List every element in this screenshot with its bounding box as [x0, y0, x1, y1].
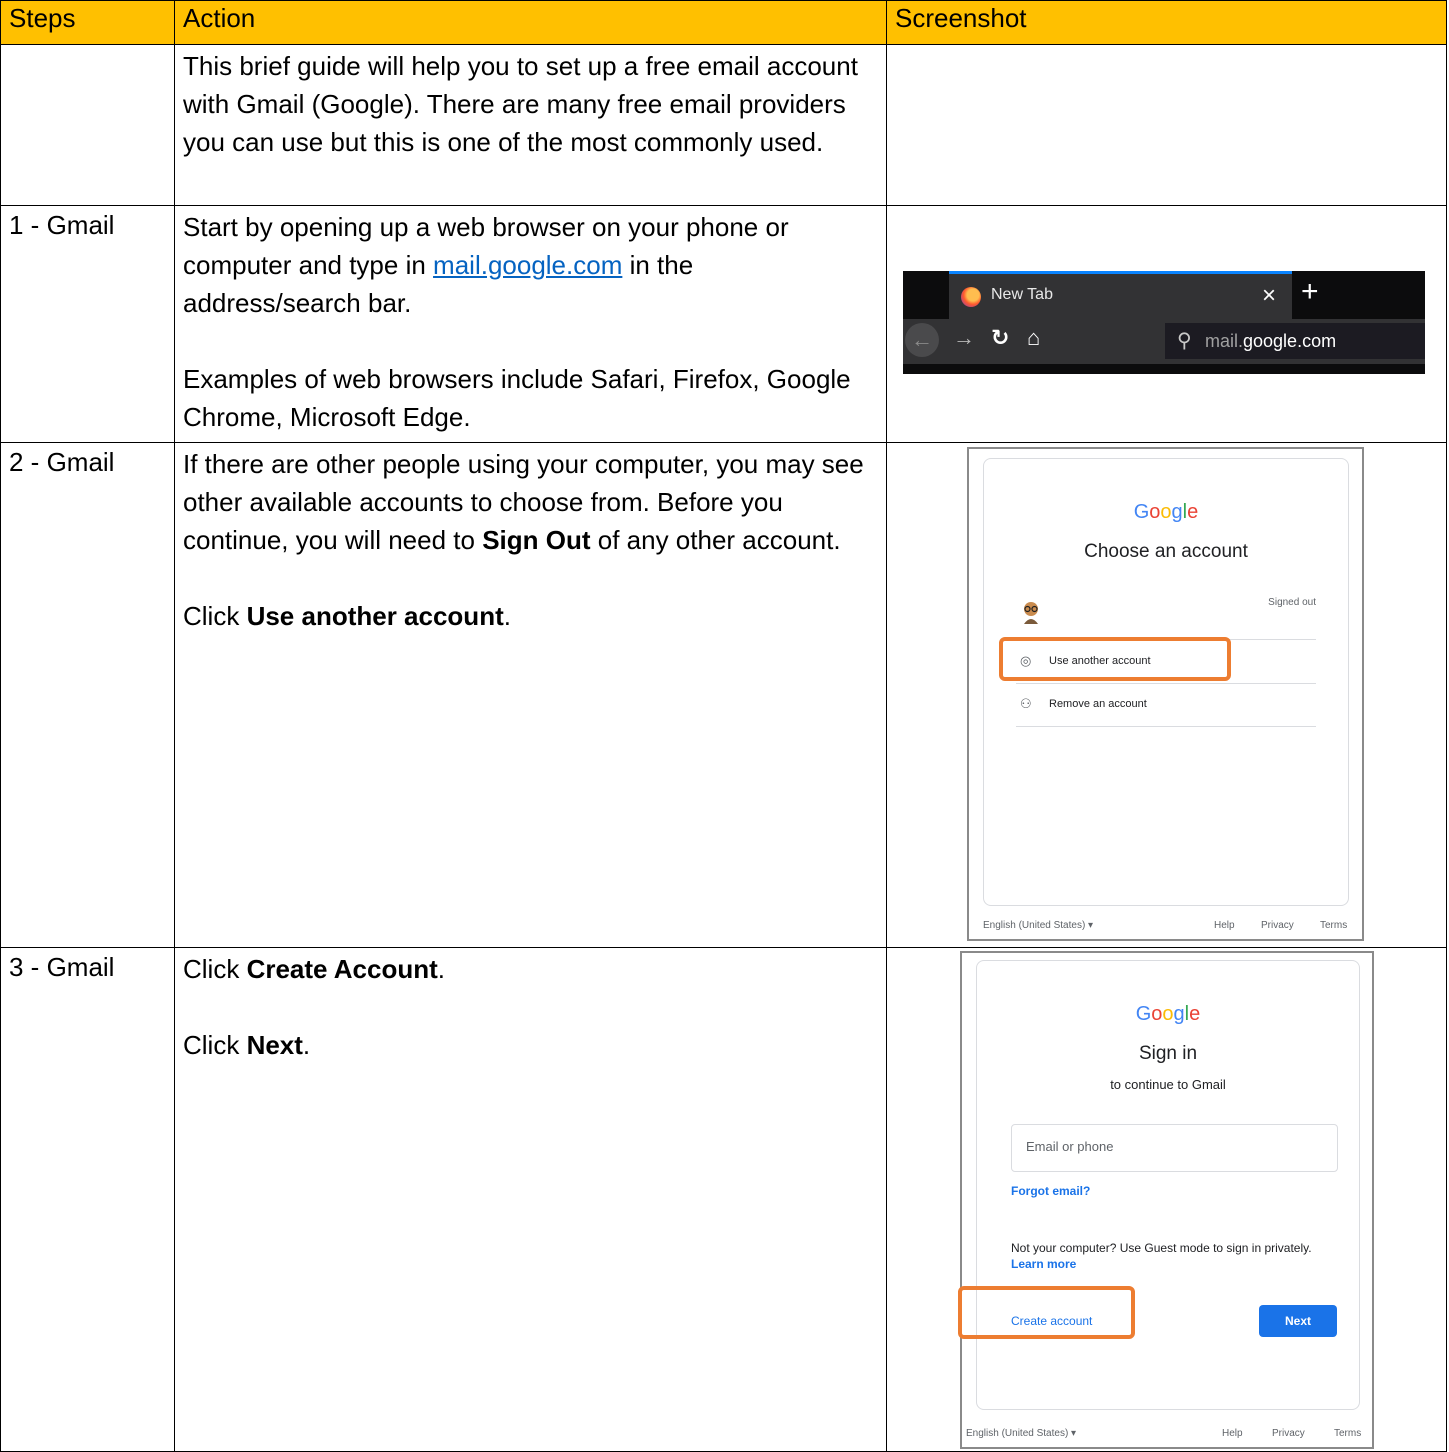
remove-account[interactable]: Remove an account [1049, 698, 1147, 710]
tab-title: New Tab [991, 286, 1053, 303]
screenshot-cell [886, 44, 1447, 206]
help-link[interactable]: Help [1214, 920, 1235, 931]
action-text-part: Click [183, 601, 247, 631]
action-text-part: Click [183, 954, 247, 984]
email-field[interactable]: Email or phone [1011, 1124, 1338, 1172]
back-arrow-icon: ← [905, 323, 939, 357]
url-text: mail.google.com [1205, 331, 1336, 352]
privacy-link[interactable]: Privacy [1272, 1428, 1305, 1439]
browser-navbar: ← → ↻ ⌂ ⚲ mail.google.com [903, 319, 1425, 364]
guest-mode-text: Not your computer? Use Guest mode to sig… [1011, 1241, 1312, 1255]
step-cell [0, 44, 175, 206]
intro-text: This brief guide will help you to set up… [183, 51, 858, 157]
learn-more-link[interactable]: Learn more [1011, 1257, 1076, 1271]
action-text: If there are other people using your com… [183, 445, 878, 559]
url-dim: mail. [1205, 331, 1244, 351]
action-text: Start by opening up a web browser on you… [183, 208, 878, 322]
action-text-part: Click [183, 1030, 247, 1060]
use-another-highlight [999, 637, 1231, 681]
action-text: Click Next. [183, 1026, 878, 1064]
plus-icon: + [1301, 275, 1319, 308]
header-screenshot: Screenshot [886, 0, 1447, 45]
mail-google-link[interactable]: mail.google.com [433, 250, 622, 280]
action-text-bold: Create Account [246, 954, 438, 984]
action-text-bold: Sign Out [482, 525, 591, 555]
signin-screenshot: Google Sign in to continue to Gmail Emai… [958, 951, 1374, 1449]
action-text: Click Create Account. [183, 950, 878, 988]
action-text: Examples of web browsers include Safari,… [183, 364, 851, 432]
account-divider [1016, 683, 1316, 684]
forgot-email-link[interactable]: Forgot email? [1011, 1184, 1090, 1198]
screenshot-cell: Google Sign in to continue to Gmail Emai… [886, 947, 1447, 1452]
table-row: 2 - Gmail If there are other people usin… [0, 442, 1447, 948]
signin-card: Google Sign in to continue to Gmail Emai… [976, 960, 1360, 1410]
step-cell: 1 - Gmail [0, 205, 175, 443]
action-text-part: of any other account. [590, 525, 841, 555]
guide-table: Steps Action Screenshot This brief guide… [0, 0, 1447, 1452]
account-divider [1016, 726, 1316, 727]
browser-tab: New Tab × [949, 271, 1292, 319]
search-icon: ⚲ [1177, 330, 1192, 352]
screenshot-cell: Google Choose an account Signed out ◎ Us… [886, 442, 1447, 948]
step-cell: 2 - Gmail [0, 442, 175, 948]
signin-subtitle: to continue to Gmail [1110, 1077, 1226, 1092]
email-placeholder: Email or phone [1026, 1139, 1114, 1154]
forward-arrow-icon: → [953, 325, 975, 350]
signed-out-label: Signed out [1268, 597, 1316, 608]
avatar [1024, 602, 1038, 624]
action-cell: This brief guide will help you to set up… [174, 44, 887, 206]
table-row: This brief guide will help you to set up… [0, 44, 1447, 206]
table-row: 3 - Gmail Click Create Account. Click Ne… [0, 947, 1447, 1452]
choose-account-screenshot: Google Choose an account Signed out ◎ Us… [967, 447, 1364, 941]
terms-link[interactable]: Terms [1334, 1428, 1361, 1439]
google-logo: Google [1135, 1003, 1201, 1025]
action-text-bold: Use another account [246, 601, 504, 631]
header-row: Steps Action Screenshot [0, 0, 1447, 45]
next-button[interactable]: Next [1259, 1305, 1337, 1337]
privacy-link[interactable]: Privacy [1261, 920, 1294, 931]
signin-title: Sign in [1138, 1043, 1198, 1064]
firefox-icon [961, 287, 981, 307]
action-text-part: . [302, 1030, 311, 1060]
action-text-part: . [437, 954, 445, 984]
choose-title: Choose an account [1084, 541, 1248, 562]
header-action: Action [174, 0, 887, 45]
action-text: Click Use another account. [183, 597, 878, 635]
table-row: 1 - Gmail Start by opening up a web brow… [0, 205, 1447, 443]
help-link[interactable]: Help [1222, 1428, 1243, 1439]
google-logo: Google [1133, 501, 1199, 523]
action-cell: Click Create Account. Click Next. [174, 947, 887, 1452]
action-cell: If there are other people using your com… [174, 442, 887, 948]
header-steps: Steps [0, 0, 175, 45]
reload-icon: ↻ [991, 325, 1010, 350]
language-select[interactable]: English (United States) ▾ [983, 920, 1093, 931]
home-icon: ⌂ [1027, 325, 1041, 350]
action-text-bold: Next [246, 1030, 303, 1060]
action-text-part: . [503, 601, 511, 631]
screenshot-cell: New Tab × + ← → ↻ ⌂ ⚲ mail.google.com [886, 205, 1447, 443]
close-icon: × [1261, 282, 1276, 309]
url-main: google.com [1243, 331, 1337, 351]
create-account-highlight [958, 1286, 1135, 1339]
address-bar: ⚲ mail.google.com [1165, 323, 1425, 359]
step-cell: 3 - Gmail [0, 947, 175, 1452]
terms-link[interactable]: Terms [1320, 920, 1347, 931]
action-cell: Start by opening up a web browser on you… [174, 205, 887, 443]
language-select[interactable]: English (United States) ▾ [966, 1428, 1076, 1439]
account-card: Google Choose an account Signed out ◎ Us… [983, 458, 1349, 906]
browser-screenshot: New Tab × + ← → ↻ ⌂ ⚲ mail.google.com [903, 271, 1425, 374]
remove-person-icon: ⚇ [1020, 696, 1032, 711]
